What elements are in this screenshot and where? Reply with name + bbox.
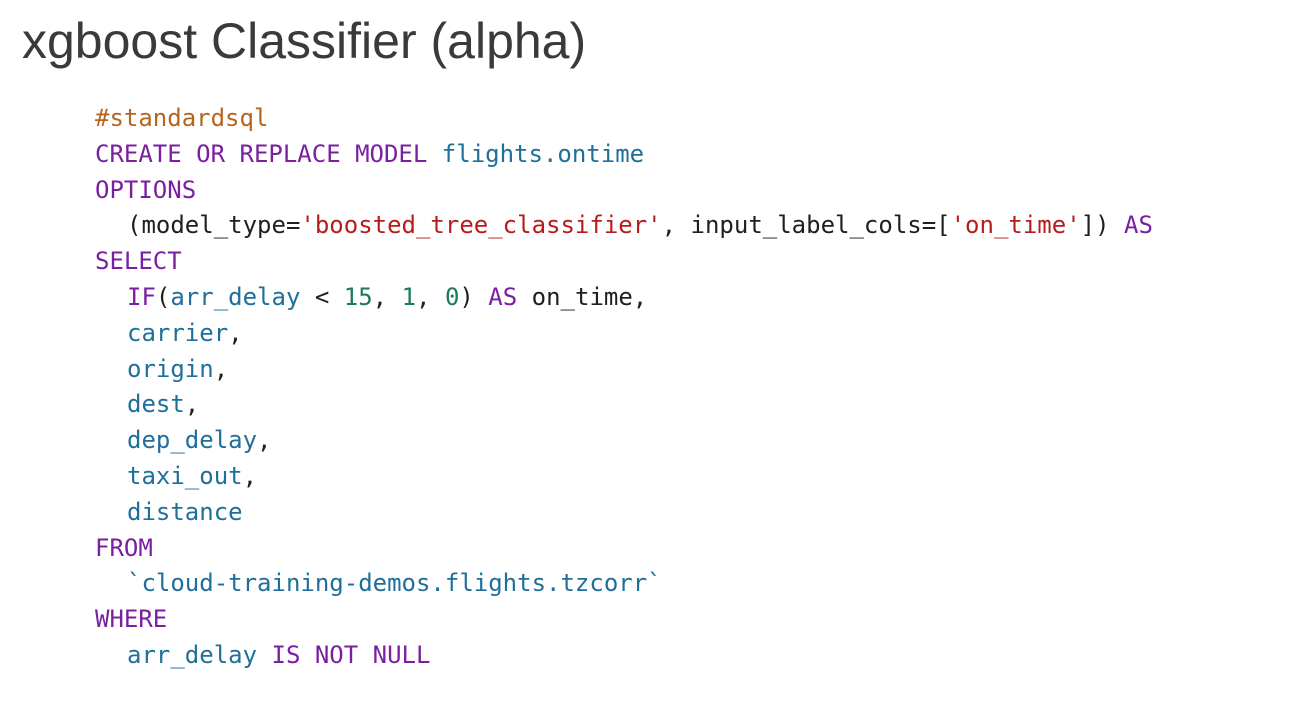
column-suffix: , xyxy=(213,354,229,383)
column-name: origin xyxy=(127,354,214,383)
column-suffix: , xyxy=(242,461,258,490)
where-column: arr_delay xyxy=(127,640,258,669)
column-suffix: , xyxy=(184,390,200,419)
code-line-where-condition: arr_delay IS NOT NULL xyxy=(95,638,1153,674)
code-line-options-args: (model_type='boosted_tree_classifier', i… xyxy=(95,208,1153,244)
code-line-comment: #standardsql xyxy=(95,101,1153,137)
options-mid: , input_label_cols=[ xyxy=(661,211,951,240)
code-line-table: `cloud-training-demos.flights.tzcorr` xyxy=(95,566,1153,602)
less-than-operator: < xyxy=(300,282,344,311)
code-line-column: distance xyxy=(95,495,1153,531)
select-keyword: SELECT xyxy=(95,247,182,276)
options-open: (model_type= xyxy=(127,211,301,240)
code-line-column: dep_delay, xyxy=(95,423,1153,459)
model-name: flights.ontime xyxy=(441,139,645,168)
column-name: carrier xyxy=(127,318,229,347)
if-paren-open: ( xyxy=(155,282,171,311)
label-column-string: 'on_time' xyxy=(950,211,1081,240)
arr-delay-column: arr_delay xyxy=(170,282,301,311)
number-1: 1 xyxy=(401,282,417,311)
column-suffix: , xyxy=(228,318,243,347)
code-line-from: FROM xyxy=(95,531,1153,567)
column-name: taxi_out xyxy=(127,461,243,490)
number-0: 0 xyxy=(444,282,460,311)
comma-2: , xyxy=(416,282,445,311)
if-function: IF xyxy=(127,282,156,311)
column-name: dep_delay xyxy=(127,426,258,455)
model-type-string: 'boosted_tree_classifier' xyxy=(300,211,662,240)
code-line-column: taxi_out, xyxy=(95,459,1153,495)
code-line-column: origin, xyxy=(95,352,1153,388)
code-line-create-model: CREATE OR REPLACE MODEL flights.ontime xyxy=(95,137,1153,173)
options-close: ]) xyxy=(1080,211,1110,240)
number-15: 15 xyxy=(343,282,373,311)
as-keyword-alias: AS xyxy=(488,282,518,311)
code-line-column: dest, xyxy=(95,387,1153,423)
code-line-select: SELECT xyxy=(95,244,1153,280)
if-paren-close: ) xyxy=(459,282,474,311)
source-table: `cloud-training-demos.flights.tzcorr` xyxy=(127,569,662,598)
sql-code-block: #standardsql CREATE OR REPLACE MODEL fli… xyxy=(95,101,1153,674)
column-name: dest xyxy=(127,390,185,419)
from-keyword: FROM xyxy=(95,533,153,562)
sql-comment: #standardsql xyxy=(95,104,269,132)
code-line-where: WHERE xyxy=(95,602,1153,638)
comma-1: , xyxy=(372,282,402,311)
where-keyword: WHERE xyxy=(95,605,168,634)
slide-title: xgboost Classifier (alpha) xyxy=(22,13,587,69)
code-line-column: carrier, xyxy=(95,316,1153,352)
column-name: distance xyxy=(127,497,243,526)
is-not-null-keyword: IS NOT NULL xyxy=(271,640,431,669)
options-keyword: OPTIONS xyxy=(95,175,197,204)
as-keyword: AS xyxy=(1124,211,1153,240)
create-model-keyword: CREATE OR REPLACE MODEL xyxy=(95,139,428,168)
column-suffix: , xyxy=(257,426,272,455)
on-time-alias: on_time, xyxy=(531,282,648,311)
code-line-options: OPTIONS xyxy=(95,173,1153,209)
code-line-if-expression: IF(arr_delay < 15, 1, 0) AS on_time, xyxy=(95,280,1153,316)
